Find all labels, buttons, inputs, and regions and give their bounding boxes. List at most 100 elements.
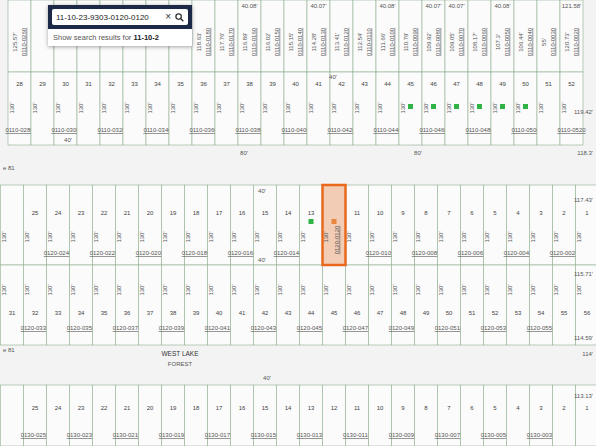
parcel[interactable]: 113.41'0110-0120	[330, 0, 353, 72]
parcel-shape[interactable]	[284, 72, 307, 145]
parcel-shape[interactable]	[330, 0, 353, 72]
parcel[interactable]: 40.08'107.3'0110-0050	[491, 0, 514, 72]
parcel-shape[interactable]	[553, 385, 576, 446]
parcel[interactable]: 130'540120-0550	[527, 265, 556, 345]
parcel[interactable]: 130'340120-0350	[67, 265, 96, 345]
parcel[interactable]: 50130-0050	[481, 385, 510, 446]
parcel[interactable]: 110.79'0110-0090	[399, 0, 422, 72]
parcel-shape[interactable]	[47, 265, 70, 345]
parcel[interactable]: 130'220120-0220	[90, 185, 119, 265]
parcel[interactable]: 110130-0110	[343, 385, 372, 446]
parcel-shape[interactable]	[8, 0, 31, 72]
parcel-shape[interactable]	[323, 185, 346, 265]
parcel-shape[interactable]	[422, 72, 445, 145]
parcel-shape[interactable]	[376, 0, 399, 72]
clear-button[interactable]: ×	[165, 12, 171, 22]
parcel[interactable]: 130'47	[445, 72, 468, 145]
parcel[interactable]: 130'43	[353, 72, 376, 145]
parcel-shape[interactable]	[261, 72, 284, 145]
parcel[interactable]: 125.57'0110-0260	[8, 0, 31, 72]
parcel-shape[interactable]	[307, 0, 330, 72]
parcel[interactable]: 130'41	[231, 265, 254, 345]
parcel[interactable]: 130'460120-0470	[343, 265, 372, 345]
parcel[interactable]: 130'33	[123, 72, 146, 145]
parcel[interactable]: 55'0110-0030	[537, 0, 560, 72]
marker-icon[interactable]	[477, 104, 482, 109]
parcel[interactable]: 130'500120-0510	[435, 265, 464, 345]
marker-icon[interactable]	[431, 104, 436, 109]
parcel-shape[interactable]	[1, 265, 24, 345]
parcel[interactable]: 40.08'116.89'0110-0160	[238, 0, 261, 72]
parcel[interactable]: 130'31	[77, 72, 100, 145]
parcel-shape[interactable]	[284, 0, 307, 72]
parcel[interactable]: 130'520120-0530	[481, 265, 510, 345]
parcel-shape[interactable]	[254, 265, 277, 345]
parcel[interactable]: 130'33	[47, 265, 70, 345]
parcel[interactable]: 130'400110-0400	[281, 72, 310, 145]
parcel[interactable]: 130'280110-0280	[5, 72, 34, 145]
parcel[interactable]: 130'380110-0380	[235, 72, 264, 145]
parcel[interactable]: 130'39	[261, 72, 284, 145]
parcel-shape[interactable]	[507, 265, 530, 345]
parcel[interactable]: 130'56	[576, 265, 596, 345]
parcel-shape[interactable]	[277, 265, 300, 345]
parcel[interactable]: 130'300110-0300	[51, 72, 80, 145]
parcel-shape[interactable]	[376, 72, 399, 145]
parcel-shape[interactable]	[392, 265, 415, 345]
parcel[interactable]: 130'35	[93, 265, 116, 345]
parcel-shape[interactable]	[238, 72, 261, 145]
parcel-shape[interactable]	[445, 72, 468, 145]
search-icon[interactable]	[175, 13, 184, 22]
parcel-shape[interactable]	[215, 72, 238, 145]
parcel[interactable]: 130130-0130	[297, 385, 326, 446]
parcel[interactable]: 115.15'0110-0140	[284, 0, 307, 72]
parcel[interactable]: 130'440120-0450	[297, 265, 326, 345]
parcel-shape[interactable]	[323, 265, 346, 345]
parcel[interactable]: 130'240120-0240	[44, 185, 73, 265]
parcel[interactable]: 130'47	[369, 265, 392, 345]
parcel-shape[interactable]	[93, 265, 116, 345]
parcel[interactable]: 30130-0030	[527, 385, 556, 446]
parcel-shape[interactable]	[537, 0, 560, 72]
parcel-shape[interactable]	[169, 72, 192, 145]
parcel[interactable]: 90130-0090	[389, 385, 418, 446]
parcel[interactable]: 130'480110-0480	[465, 72, 494, 145]
parcel[interactable]: 130'420120-0430	[251, 265, 280, 345]
parcel[interactable]: 130'35	[169, 72, 192, 145]
parcel[interactable]: 118.63'0110-0180	[192, 0, 215, 72]
parcel-shape[interactable]	[576, 265, 596, 345]
parcel-shape[interactable]	[353, 72, 376, 145]
parcel[interactable]: 250130-0250	[21, 385, 50, 446]
parcel-shape[interactable]	[116, 265, 139, 345]
parcel-shape[interactable]	[192, 72, 215, 145]
parcel-shape[interactable]	[100, 72, 123, 145]
parcel[interactable]: 130'360120-0370	[113, 265, 142, 345]
parcel[interactable]: 130'360110-0360	[189, 72, 218, 145]
parcel-shape[interactable]	[300, 185, 323, 265]
parcel-shape[interactable]	[24, 265, 47, 345]
parcel[interactable]: 170130-0170	[205, 385, 234, 446]
parcel[interactable]: 130'460110-0460	[419, 72, 448, 145]
parcel[interactable]: 130'160120-0160	[228, 185, 257, 265]
parcel[interactable]: 130'49	[415, 265, 438, 345]
parcel[interactable]: 130'53	[507, 265, 530, 345]
parcel-shape[interactable]	[445, 0, 468, 72]
parcel-shape[interactable]	[399, 0, 422, 72]
parcel[interactable]: 130'480120-0490	[389, 265, 418, 345]
parcel-shape[interactable]	[1, 185, 24, 265]
parcel[interactable]: 40.07'109.05'0110-0070	[445, 0, 468, 72]
parcel-shape[interactable]	[514, 72, 537, 145]
parcel-shape[interactable]	[215, 0, 238, 72]
parcel-shape[interactable]	[530, 265, 553, 345]
parcel-shape[interactable]	[422, 0, 445, 72]
parcel-shape[interactable]	[54, 72, 77, 145]
parcel[interactable]: 130'51	[461, 265, 484, 345]
parcel-shape[interactable]	[208, 265, 231, 345]
parcel[interactable]: 108.17'0110-0060	[468, 0, 491, 72]
parcel[interactable]: 117.76'0110-0170	[215, 0, 238, 72]
parcel-shape[interactable]	[484, 265, 507, 345]
parcel[interactable]: 130'320120-0330	[21, 265, 50, 345]
parcel-shape[interactable]	[399, 72, 422, 145]
parcel-shape[interactable]	[77, 72, 100, 145]
parcel-shape[interactable]	[300, 265, 323, 345]
